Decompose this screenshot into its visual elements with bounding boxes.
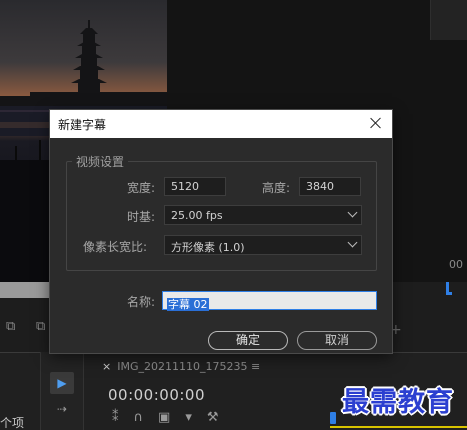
video-settings-label: 视频设置 (72, 153, 129, 170)
timeline-playhead[interactable] (330, 412, 336, 424)
linked-icon[interactable]: ▣ (158, 410, 185, 425)
overwrite-icon[interactable]: ⧉ (36, 319, 45, 334)
tools-panel: ▶ ⇢ (40, 352, 84, 430)
source-scrub-bar[interactable] (0, 282, 50, 298)
selection-tool-icon[interactable]: ▶ (50, 372, 74, 394)
timebase-label: 时基: (127, 210, 156, 224)
width-label: 宽度: (127, 181, 156, 195)
new-caption-dialog: 新建字幕 视频设置 宽度: 5120 高度: 3840 时基: 25.00 fp… (50, 110, 392, 353)
name-value: 字幕 02 (167, 298, 209, 311)
magnet-icon[interactable]: ∩ (134, 410, 159, 425)
timeline-tools: ⁑∩▣▾⚒ (112, 410, 234, 425)
work-area-bar[interactable] (330, 426, 467, 428)
close-tab-icon[interactable]: × (102, 360, 111, 373)
chevron-down-icon (347, 237, 358, 248)
pixel-aspect-select[interactable]: 方形像素 (1.0) (164, 235, 362, 255)
width-field[interactable]: 5120 (164, 177, 226, 196)
playhead-icon[interactable] (444, 282, 452, 298)
marker-icon[interactable]: ▾ (185, 410, 207, 425)
insert-icon[interactable]: ⧉ (6, 319, 15, 334)
sequence-tab[interactable]: × IMG_20211110_175235 ≡ (102, 360, 260, 373)
cancel-button[interactable]: 取消 (297, 331, 377, 350)
track-select-icon[interactable]: ⇢ (50, 398, 74, 420)
sequence-timecode[interactable]: 00:00:00:00 (108, 386, 205, 404)
panel-strip (430, 0, 467, 40)
name-field[interactable]: 字幕 02 (162, 291, 377, 311)
chevron-down-icon (347, 207, 358, 218)
watermark-logo: 最需教育 (342, 387, 454, 418)
snap-icon[interactable]: ⁑ (112, 410, 134, 425)
pixel-aspect-value: 方形像素 (1.0) (171, 241, 245, 254)
right-timecode-partial: 00 (449, 258, 463, 271)
source-controls: ⧉ ⧉ (0, 315, 50, 339)
ok-button[interactable]: 确定 (208, 331, 288, 350)
name-label: 名称: (127, 295, 156, 309)
dialog-titlebar[interactable]: 新建字幕 (50, 110, 392, 138)
pixel-aspect-label: 像素长宽比: (83, 240, 148, 254)
wrench-icon[interactable]: ⚒ (207, 410, 234, 425)
dialog-title: 新建字幕 (58, 118, 107, 132)
close-icon[interactable] (368, 115, 384, 131)
height-label: 高度: (262, 181, 291, 195)
height-field[interactable]: 3840 (299, 177, 361, 196)
timebase-select[interactable]: 25.00 fps (164, 205, 362, 225)
timebase-value: 25.00 fps (171, 209, 223, 222)
project-items-count: 个项 (0, 416, 25, 430)
